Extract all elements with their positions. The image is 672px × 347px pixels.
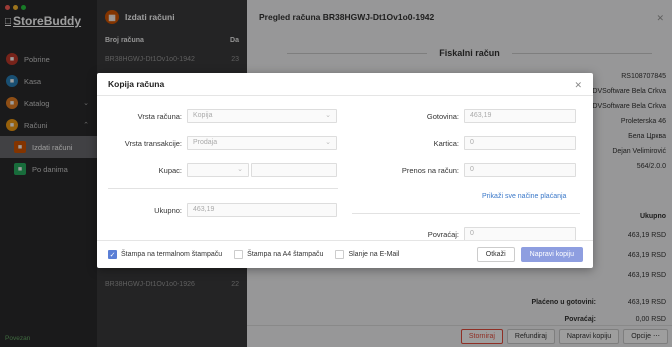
ukupno-row: Ukupno: 463,19: [97, 203, 337, 217]
gotovina-input[interactable]: 463,19: [464, 109, 576, 123]
vrsta-racuna-value: Kopija: [193, 112, 213, 119]
kartica-label: Kartica:: [433, 138, 459, 148]
chevron-down-icon: ⌄: [325, 112, 331, 119]
divider: [108, 188, 338, 189]
prenos-label: Prenos na račun:: [401, 165, 459, 175]
dialog-buttons: Otkaži Napravi kopiju: [476, 247, 583, 262]
vrsta-transakcije-value: Prodaja: [193, 139, 218, 146]
thermal-print-checkbox[interactable]: ✓: [108, 250, 117, 259]
gotovina-label: Gotovina:: [426, 111, 459, 121]
dialog-title: Kopija računa: [97, 73, 593, 96]
show-all-payment-methods-link[interactable]: Prikaži sve načine plaćanja: [482, 193, 566, 200]
divider: [352, 213, 580, 214]
kupac-label: Kupac:: [158, 165, 182, 175]
kupac-input[interactable]: [251, 163, 337, 177]
povracaj-label: Povraćaj:: [427, 229, 459, 239]
povracaj-field: 0: [464, 227, 576, 241]
vrsta-racuna-label: Vrsta računa:: [137, 111, 182, 121]
a4-print-label[interactable]: Štampa na A4 štampaču: [247, 251, 323, 258]
kartica-row: Kartica: 0: [352, 136, 576, 150]
prenos-row: Prenos na račun: 0: [352, 163, 576, 177]
vrsta-transakcije-row: Vrsta transakcije: Prodaja ⌄: [97, 136, 337, 150]
copy-receipt-dialog: Kopija računa ✕ Vrsta računa: Kopija ⌄ Vr…: [97, 73, 593, 268]
povracaj-row: Povraćaj: 0: [352, 227, 576, 241]
chevron-down-icon: ⌄: [237, 166, 243, 173]
vrsta-transakcije-select[interactable]: Prodaja ⌄: [187, 136, 337, 150]
email-checkbox[interactable]: [335, 250, 345, 259]
gotovina-row: Gotovina: 463,19: [352, 109, 576, 123]
make-copy-button[interactable]: Napravi kopiju: [520, 247, 583, 262]
email-label[interactable]: Slanje na E-Mail: [348, 251, 399, 258]
ukupno-field: 463,19: [187, 203, 337, 217]
chevron-down-icon: ⌄: [325, 139, 331, 146]
vrsta-racuna-row: Vrsta računa: Kopija ⌄: [97, 109, 337, 123]
kupac-type-select[interactable]: ⌄: [187, 163, 249, 177]
ukupno-label: Ukupno:: [154, 205, 182, 215]
vrsta-racuna-select[interactable]: Kopija ⌄: [187, 109, 337, 123]
kupac-row: Kupac: ⌄: [97, 163, 337, 177]
close-icon[interactable]: ✕: [574, 80, 582, 91]
a4-print-checkbox[interactable]: [234, 250, 244, 259]
vrsta-transakcije-label: Vrsta transakcije:: [124, 138, 182, 148]
prenos-input[interactable]: 0: [464, 163, 576, 177]
cancel-button[interactable]: Otkaži: [476, 247, 515, 262]
kartica-input[interactable]: 0: [464, 136, 576, 150]
dialog-footer: ✓ Štampa na termalnom štampaču Štampa na…: [97, 240, 593, 268]
thermal-print-label[interactable]: Štampa na termalnom štampaču: [121, 251, 222, 258]
